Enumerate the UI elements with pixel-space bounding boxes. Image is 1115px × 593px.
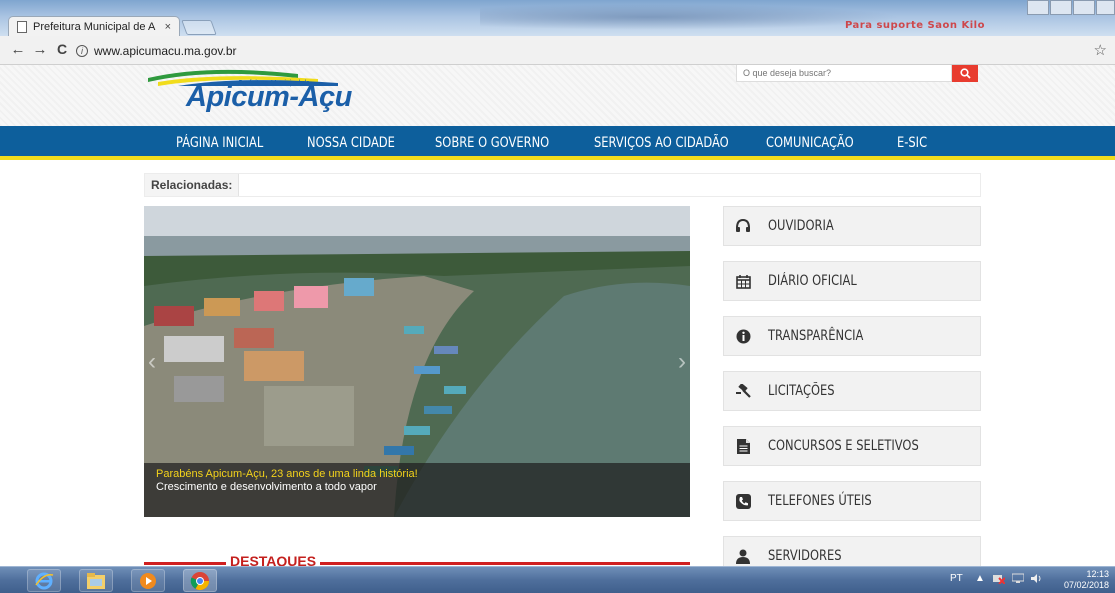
minimize-button[interactable] [1027,0,1049,15]
clock-time: 12:13 [1086,569,1109,579]
media-player-taskbar-icon[interactable] [131,569,165,592]
browser-tab-strip: Para suporte Saon Kilo Prefeitura Munici… [0,0,1115,36]
sidebar-item-label: DIÁRIO OFICIAL [768,273,857,289]
sidebar-item-licitacoes[interactable]: LICITAÇÕES [723,371,981,411]
site-header: Prefeitura Municipal de Apicum-Açu [0,65,1115,126]
ie-taskbar-icon[interactable] [27,569,61,592]
close-tab-icon[interactable]: × [165,21,171,33]
sidebar-item-ouvidoria[interactable]: OUVIDORIA [723,206,981,246]
sidebar-item-label: TELEFONES ÚTEIS [768,493,872,509]
nav-pagina-inicial[interactable]: PÁGINA INICIAL [176,135,263,151]
nav-e-sic[interactable]: E-SIC [897,135,927,151]
tray-arrow-icon[interactable]: ▲ [975,573,985,584]
start-edge [0,569,4,592]
related-label: Relacionadas: [145,174,240,196]
display-icon[interactable] [1011,573,1025,587]
sidebar-item-label: CONCURSOS E SELETIVOS [768,438,919,454]
background-decoration [480,4,900,30]
url-field[interactable]: i www.apicumacu.ma.gov.br [76,42,1096,60]
network-icon[interactable] [993,573,1006,587]
nav-comunicacao[interactable]: COMUNICAÇÃO [766,135,854,151]
nav-sobre-o-governo[interactable]: SOBRE O GOVERNO [435,135,549,151]
sidebar-item-concursos-e-seletivos[interactable]: CONCURSOS E SELETIVOS [723,426,981,466]
tab-title: Prefeitura Municipal de A [33,20,156,33]
volume-icon[interactable] [1031,573,1043,587]
sidebar-item-label: LICITAÇÕES [768,383,835,399]
slider-caption[interactable]: Parabéns Apicum-Açu, 23 anos de uma lind… [144,463,690,517]
related-bar: Relacionadas: [144,173,981,197]
clock-date: 07/02/2018 [1063,580,1109,590]
news-slider[interactable]: ‹ › Parabéns Apicum-Açu, 23 anos de uma … [144,206,690,517]
caption-subtitle: Crescimento e desenvolvimento a todo vap… [156,481,377,493]
main-navigation: PÁGINA INICIAL NOSSA CIDADE SOBRE O GOVE… [0,126,1115,160]
sidebar-item-label: SERVIDORES [768,548,842,564]
sidebar-item-label: OUVIDORIA [768,218,834,234]
search-button[interactable] [952,65,978,82]
browser-tab[interactable]: Prefeitura Municipal de A × [8,16,180,36]
slider-next-icon[interactable]: › [678,348,686,376]
bookmark-star-icon[interactable]: ☆ [1094,41,1107,59]
sidebar-item-transparencia[interactable]: TRANSPARÊNCIA [723,316,981,356]
taskbar: PT ▲ 12:13 07/02/2018 [0,566,1115,593]
site-logo[interactable]: Apicum-Açu [186,81,352,114]
info-circle-icon [734,327,752,345]
explorer-taskbar-icon[interactable] [79,569,113,592]
search-input[interactable] [736,65,952,82]
page-icon [17,20,27,33]
user-icon [734,547,752,565]
chrome-taskbar-icon[interactable] [183,569,217,592]
reload-button[interactable]: C [52,41,72,57]
phone-icon [734,492,752,510]
taskbar-clock[interactable]: 12:13 07/02/2018 [1064,569,1109,591]
slider-prev-icon[interactable]: ‹ [148,348,156,376]
address-bar: ← → C i www.apicumacu.ma.gov.br ☆ [0,36,1115,65]
calendar-icon [734,272,752,290]
forward-button[interactable]: → [30,41,50,58]
nav-servicos-ao-cidadao[interactable]: SERVIÇOS AO CIDADÃO [594,135,729,151]
nav-nossa-cidade[interactable]: NOSSA CIDADE [307,135,395,151]
maximize-button[interactable] [1050,0,1072,15]
document-icon [734,437,752,455]
sidebar-item-telefones-uteis[interactable]: TELEFONES ÚTEIS [723,481,981,521]
sidebar-item-diario-oficial[interactable]: DIÁRIO OFICIAL [723,261,981,301]
sidebar-item-label: TRANSPARÊNCIA [768,328,864,344]
search-icon [959,68,971,79]
gavel-icon [734,382,752,400]
window-edge [1096,0,1115,15]
caption-title[interactable]: Parabéns Apicum-Açu, 23 anos de uma lind… [156,468,418,480]
info-icon[interactable]: i [76,45,88,57]
language-indicator[interactable]: PT [950,573,963,584]
url-text: www.apicumacu.ma.gov.br [94,44,237,58]
close-window-button[interactable] [1073,0,1095,15]
headphones-icon [734,217,752,235]
back-button[interactable]: ← [8,41,28,58]
new-tab-button[interactable] [181,20,217,35]
background-text: Para suporte Saon Kilo [845,20,985,31]
